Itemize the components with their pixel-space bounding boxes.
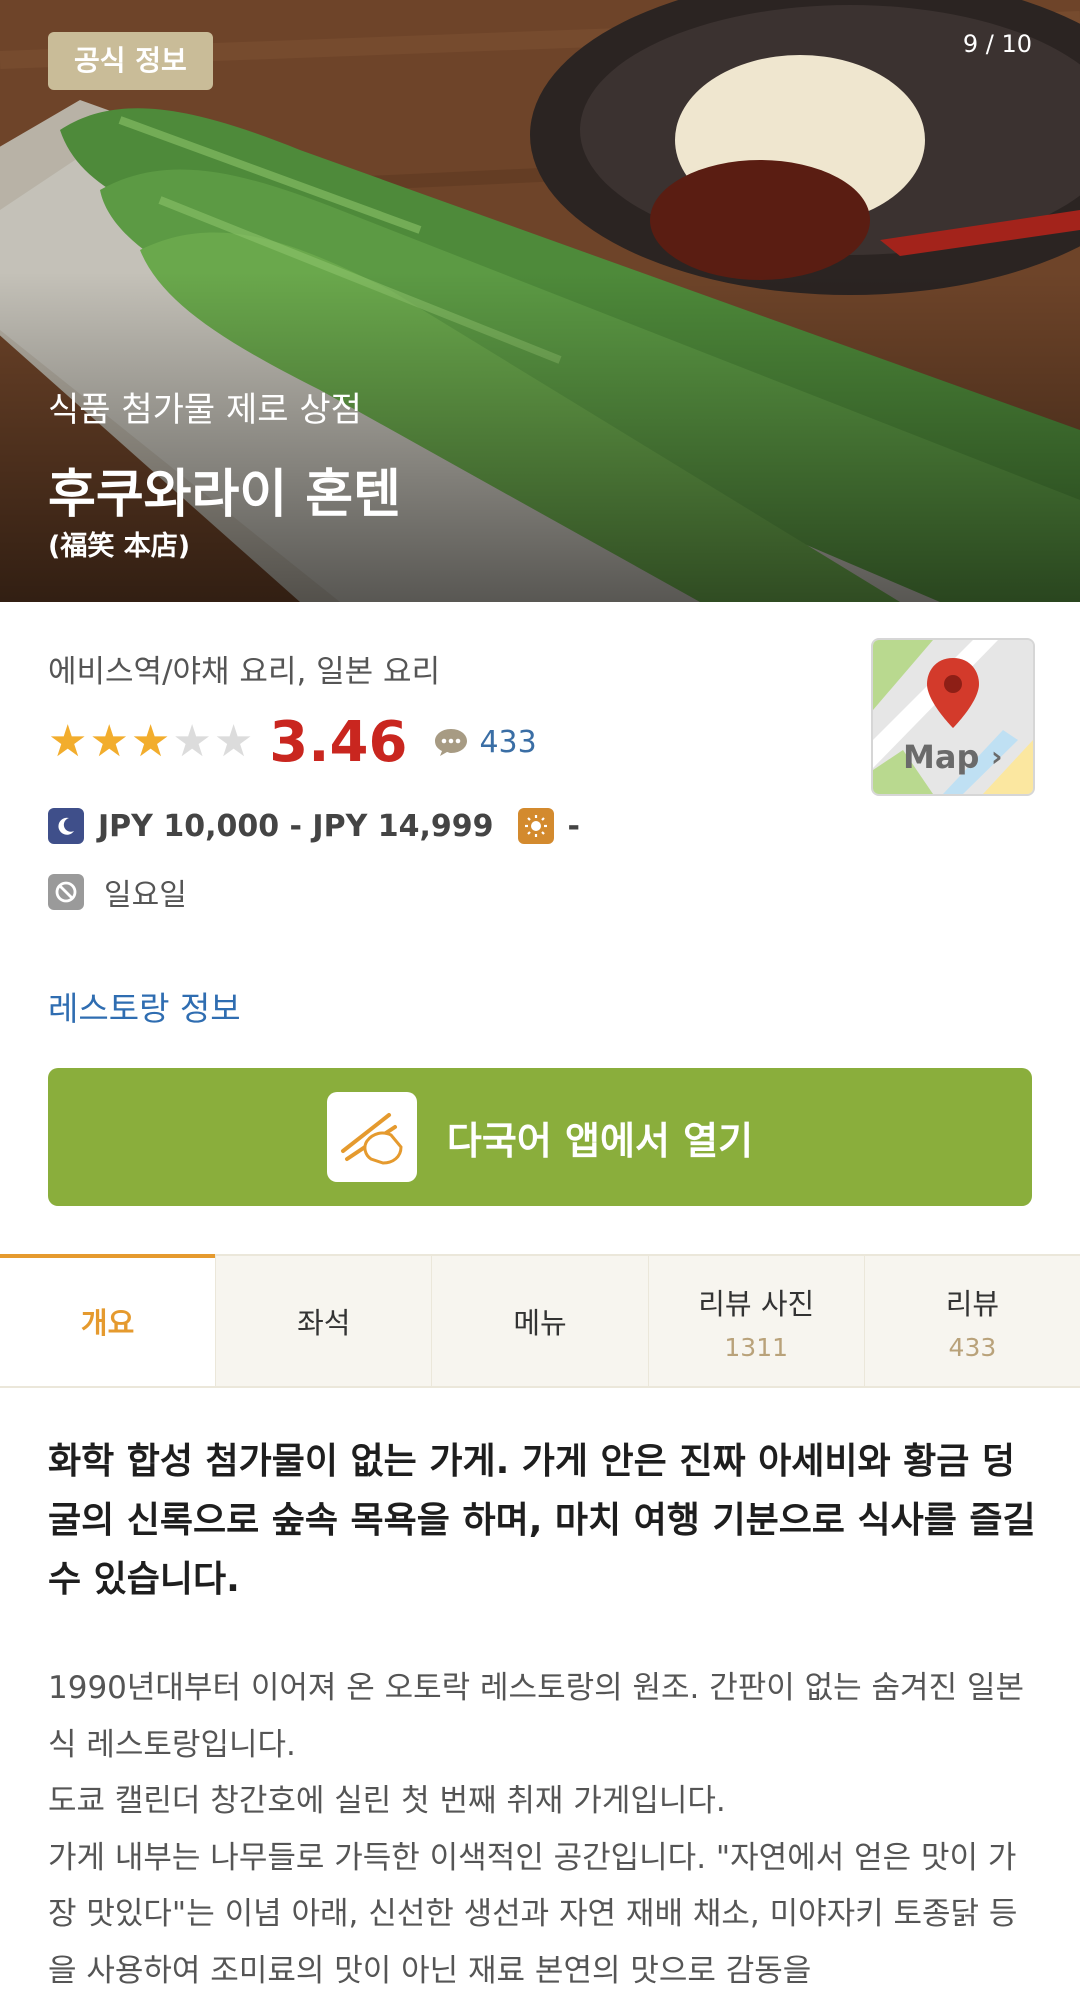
review-count-link[interactable]: 433 (479, 725, 536, 760)
dinner-price: JPY 10,000 - JPY 14,999 (98, 808, 494, 844)
overview-headline: 화학 합성 첨가물이 없는 가게. 가게 안은 진짜 아세비와 황금 덩굴의 신… (48, 1441, 1036, 1600)
tab-review-photos[interactable]: 리뷰 사진 1311 (647, 1256, 864, 1386)
closed-day: 일요일 (104, 878, 187, 913)
official-info-badge: 공식 정보 (48, 32, 213, 90)
tab-reviews[interactable]: 리뷰 433 (863, 1256, 1080, 1386)
tab-label: 개요 (80, 1306, 135, 1340)
chevron-right-icon: › (991, 740, 1003, 773)
tab-label: 메뉴 (513, 1306, 567, 1340)
rating-row: ★ ★ ★ ★ ★ 3.46 433 (48, 709, 537, 775)
comment-bubble-icon (435, 729, 468, 756)
body-paragraph: 1990년대부터 이어져 온 오토락 레스토랑의 원조. 간판이 없는 숨겨진 … (48, 1670, 1024, 1763)
photo-counter: 9 / 10 (962, 30, 1032, 58)
tab-menu[interactable]: 메뉴 (431, 1256, 647, 1386)
body-paragraph: 도쿄 캘린더 창간호에 실린 첫 번째 취재 가게입니다. (48, 1783, 726, 1819)
tab-count: 1311 (724, 1332, 789, 1362)
star-icon: ★ (130, 716, 171, 767)
restaurant-tagline: 식품 첨가물 제로 상점 (48, 390, 362, 430)
budget-row: JPY 10,000 - JPY 14,999 - (48, 806, 580, 846)
overview-body: 1990년대부터 이어져 온 오토락 레스토랑의 원조. 간판이 없는 숨겨진 … (48, 1660, 1038, 1999)
closed-day-row: 일요일 (48, 872, 187, 913)
star-icon: ★ (172, 716, 212, 767)
rating-score: 3.46 (269, 709, 408, 775)
restaurant-info-link[interactable]: 레스토랑 정보 (48, 982, 241, 1030)
body-paragraph: 가게 내부는 나무들로 가득한 이색적인 공간입니다. "자연에서 얻은 맛이 … (48, 1839, 1018, 1989)
restaurant-original-name: (福笑 本店) (48, 531, 191, 562)
tab-count: 433 (948, 1332, 997, 1362)
section-tabs: 개요 좌석 메뉴 리뷰 사진 1311 리뷰 433 (0, 1254, 1080, 1388)
chopsticks-hand-icon (326, 1092, 417, 1182)
star-icon: ★ (48, 716, 88, 767)
lunch-price: - (567, 808, 580, 844)
restaurant-name: 후쿠와라이 혼텐 (48, 465, 401, 525)
tab-label: 리뷰 사진 (698, 1286, 815, 1321)
map-label: Map (903, 738, 980, 776)
tab-seats[interactable]: 좌석 (215, 1256, 431, 1386)
star-rating: ★ ★ ★ ★ ★ (48, 720, 253, 764)
tab-overview[interactable]: 개요 (0, 1254, 216, 1386)
open-in-app-button[interactable]: 다국어 앱에서 열기 (48, 1068, 1032, 1206)
star-icon: ★ (213, 716, 254, 767)
hero-photo[interactable]: 공식 정보 9 / 10 식품 첨가물 제로 상점 후쿠와라이 혼텐 (福笑 本… (0, 0, 1080, 602)
map-thumbnail-button[interactable]: Map › (871, 638, 1035, 796)
closed-prohibited-icon (48, 874, 84, 910)
tab-label: 리뷰 (945, 1286, 1000, 1321)
sun-icon (517, 808, 554, 844)
open-in-app-label: 다국어 앱에서 열기 (446, 1118, 754, 1163)
star-icon: ★ (89, 716, 129, 767)
moon-icon (48, 808, 84, 844)
tab-label: 좌석 (297, 1306, 351, 1340)
station-category: 에비스역/야채 요리, 일본 요리 (48, 654, 441, 690)
